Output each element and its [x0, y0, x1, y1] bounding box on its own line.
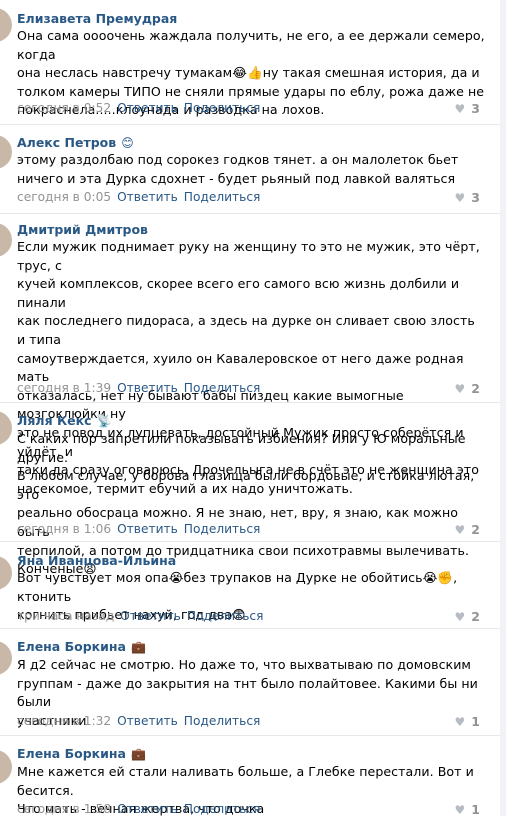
avatar[interactable]	[0, 641, 12, 675]
heart-icon: ♥	[454, 523, 466, 537]
heart-icon: ♥	[454, 715, 466, 729]
reply-button[interactable]: Ответить	[120, 609, 181, 623]
comment-author[interactable]: Яна Иванцова-Ильина	[17, 553, 176, 568]
briefcase-icon: 💼	[130, 747, 146, 761]
avatar[interactable]	[0, 8, 12, 42]
like-button[interactable]: ♥ 2	[455, 381, 480, 396]
comment-meta: сегодня в 0:05 Ответить Поделиться	[17, 190, 260, 204]
comment-time[interactable]: сегодня в 1:06	[17, 522, 111, 536]
author-name[interactable]: Елена Боркина	[17, 746, 126, 761]
share-button[interactable]: Поделиться	[184, 522, 261, 536]
comment-author[interactable]: Елена Боркина 💼	[17, 746, 146, 761]
comment-time[interactable]: сегодня в 1:58	[17, 802, 111, 816]
share-button[interactable]: Поделиться	[184, 101, 261, 115]
comment-author[interactable]: Елена Боркина 💼	[17, 639, 146, 654]
avatar[interactable]	[0, 556, 12, 590]
author-name[interactable]: Елена Боркина	[17, 639, 126, 654]
comment: Елизавета Премудрая Она сама оооочень жа…	[0, 0, 492, 125]
comment-meta: сегодня в 1:06 Ответить Поделиться	[17, 522, 260, 536]
like-count: 1	[471, 802, 480, 817]
heart-icon: ♥	[454, 610, 466, 624]
like-count: 2	[471, 522, 480, 537]
comment: Елена Боркина 💼 Я д2 сейчас не смотрю. Но…	[0, 629, 492, 736]
share-button[interactable]: Поделиться	[187, 609, 264, 623]
avatar[interactable]	[0, 135, 12, 169]
smile-icon: 😊	[121, 136, 134, 150]
reply-button[interactable]: Ответить	[117, 802, 178, 816]
like-button[interactable]: ♥ 2	[455, 609, 480, 624]
comment-author[interactable]: Ляля Кекс 📡	[17, 413, 111, 428]
avatar[interactable]	[0, 411, 12, 445]
like-count: 2	[471, 609, 480, 624]
share-button[interactable]: Поделиться	[184, 381, 261, 395]
like-count: 3	[471, 190, 480, 205]
satellite-icon: 📡	[96, 414, 112, 428]
comment-meta: сегодня в 1:32 Ответить Поделиться	[17, 714, 260, 728]
like-button[interactable]: ♥ 1	[455, 802, 480, 817]
avatar[interactable]	[0, 223, 12, 257]
heart-icon: ♥	[454, 102, 466, 116]
scrollbar[interactable]	[500, 0, 506, 816]
like-count: 1	[471, 714, 480, 729]
comment-meta: сегодня в 0:52 Ответить Поделиться	[17, 101, 260, 115]
comment-time[interactable]: три часа назад	[17, 609, 114, 623]
comment: Дмитрий Дмитров Если мужик поднимает рук…	[0, 214, 492, 496]
comment-author[interactable]: Дмитрий Дмитров	[17, 222, 148, 237]
heart-icon: ♥	[454, 191, 466, 205]
author-name[interactable]: Ляля Кекс	[17, 413, 92, 428]
avatar[interactable]	[0, 750, 12, 784]
comment: Яна Иванцова-Ильина Вот чувствует моя оп…	[0, 542, 492, 629]
comment-time[interactable]: сегодня в 1:32	[17, 714, 111, 728]
comment-time[interactable]: сегодня в 1:39	[17, 381, 111, 395]
reply-button[interactable]: Ответить	[117, 381, 178, 395]
comment-meta: сегодня в 1:39 Ответить Поделиться	[17, 381, 260, 395]
share-button[interactable]: Поделиться	[184, 714, 261, 728]
heart-icon: ♥	[454, 382, 466, 396]
comment: Алекс Петров 😊 этому раздолбаю под сороке…	[0, 125, 492, 215]
comment-author[interactable]: Алекс Петров 😊	[17, 135, 134, 150]
comment: Ляля Кекс 📡 С каких пор запретили показыв…	[0, 403, 492, 576]
comment: Елена Боркина 💼 Мне кажется ей стали нали…	[0, 736, 492, 817]
reply-button[interactable]: Ответить	[117, 101, 178, 115]
like-button[interactable]: ♥ 3	[455, 190, 480, 205]
comment-author[interactable]: Елизавета Премудрая	[17, 11, 177, 26]
reply-button[interactable]: Ответить	[117, 190, 178, 204]
comment-time[interactable]: сегодня в 0:52	[17, 101, 111, 115]
like-button[interactable]: ♥ 2	[455, 522, 480, 537]
comment-time[interactable]: сегодня в 0:05	[17, 190, 111, 204]
like-button[interactable]: ♥ 1	[455, 714, 480, 729]
briefcase-icon: 💼	[130, 640, 146, 654]
like-count: 3	[471, 101, 480, 116]
comment-text: этому раздолбаю под сорокез годков тянет…	[17, 152, 459, 186]
reply-button[interactable]: Ответить	[117, 714, 178, 728]
reply-button[interactable]: Ответить	[117, 522, 178, 536]
heart-icon: ♥	[454, 803, 466, 817]
share-button[interactable]: Поделиться	[184, 190, 261, 204]
comment-meta: три часа назад Ответить Поделиться	[17, 609, 263, 623]
share-button[interactable]: Поделиться	[184, 802, 261, 816]
like-count: 2	[471, 381, 480, 396]
comment-meta: сегодня в 1:58 Ответить Поделиться	[17, 802, 260, 816]
author-name[interactable]: Алекс Петров	[17, 135, 116, 150]
like-button[interactable]: ♥ 3	[455, 101, 480, 116]
